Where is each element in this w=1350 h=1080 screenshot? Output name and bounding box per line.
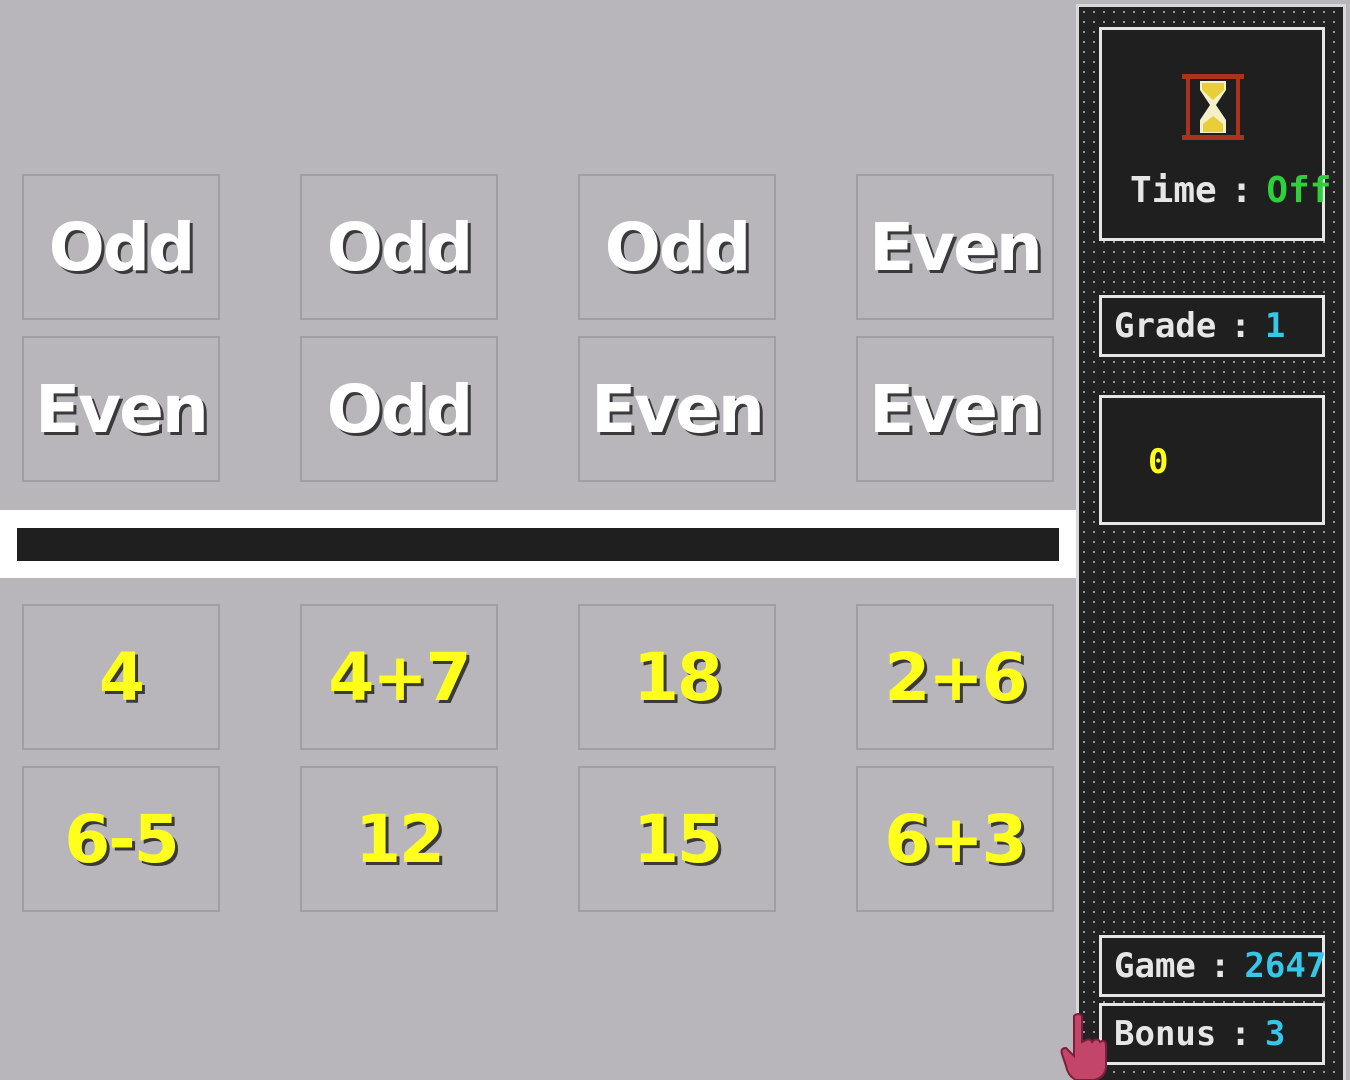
grade-box[interactable]: Grade:1 bbox=[1099, 295, 1325, 357]
label-card[interactable]: Even bbox=[856, 174, 1054, 320]
expression-card[interactable]: 18 bbox=[578, 604, 776, 750]
label-card[interactable]: Odd bbox=[300, 336, 498, 482]
label-card[interactable]: Odd bbox=[300, 174, 498, 320]
divider-bar bbox=[17, 528, 1059, 561]
game-board: Odd Odd Odd Even Even Odd Even Even 4 4+… bbox=[0, 0, 1076, 1080]
expression-card[interactable]: 2+6 bbox=[856, 604, 1054, 750]
bonus-label: Bonus bbox=[1114, 1014, 1217, 1054]
grade-separator: : bbox=[1230, 306, 1251, 346]
score-value: 0 bbox=[1148, 442, 1169, 482]
expression-card[interactable]: 4 bbox=[22, 604, 220, 750]
expression-card[interactable]: 6-5 bbox=[22, 766, 220, 912]
bonus-separator: : bbox=[1230, 1014, 1251, 1054]
status-panel: Time: Off Grade:1 0 Game:2647 Bonus:3 bbox=[1076, 4, 1346, 1080]
time-label: Time bbox=[1130, 170, 1217, 211]
game-counter-box: Game:2647 bbox=[1099, 935, 1327, 997]
score-box: 0 bbox=[1099, 395, 1325, 525]
label-card[interactable]: Even bbox=[22, 336, 220, 482]
expression-card[interactable]: 12 bbox=[300, 766, 498, 912]
time-setting: Time: Off bbox=[1130, 170, 1331, 211]
label-card[interactable]: Even bbox=[856, 336, 1054, 482]
expression-card[interactable]: 4+7 bbox=[300, 604, 498, 750]
grade-label: Grade bbox=[1114, 306, 1217, 346]
game-separator: : bbox=[1209, 946, 1231, 986]
bonus-counter-box: Bonus:3 bbox=[1099, 1003, 1325, 1065]
expression-card[interactable]: 6+3 bbox=[856, 766, 1054, 912]
hand-cursor-icon bbox=[1060, 1013, 1107, 1080]
bonus-value: 3 bbox=[1264, 1014, 1286, 1054]
label-card[interactable]: Odd bbox=[22, 174, 220, 320]
grade-value: 1 bbox=[1264, 306, 1286, 346]
game-label: Game bbox=[1114, 946, 1196, 986]
time-separator: : bbox=[1230, 170, 1253, 211]
hourglass-icon bbox=[1182, 74, 1244, 140]
label-card[interactable]: Odd bbox=[578, 174, 776, 320]
game-value: 2647 bbox=[1244, 946, 1327, 986]
label-card[interactable]: Even bbox=[578, 336, 776, 482]
timer-box[interactable]: Time: Off bbox=[1099, 27, 1331, 241]
expression-card[interactable]: 15 bbox=[578, 766, 776, 912]
time-value: Off bbox=[1266, 170, 1332, 211]
